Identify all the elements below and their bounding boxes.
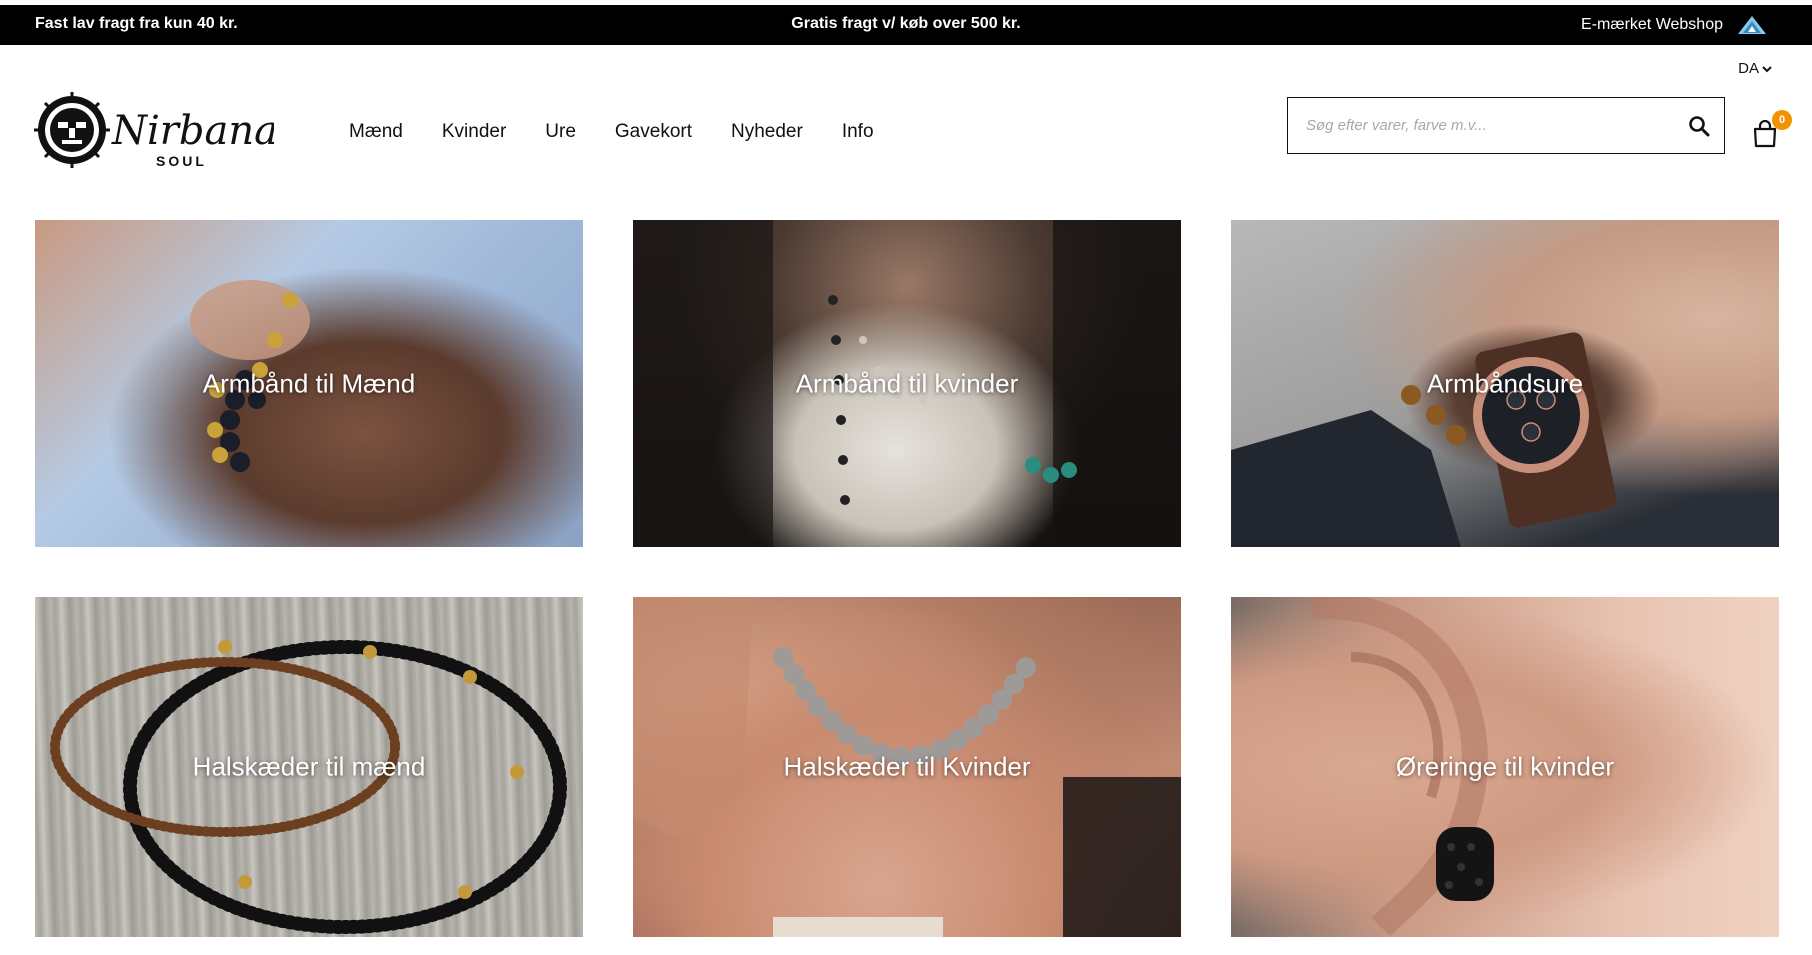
- search-box: [1287, 97, 1725, 154]
- chevron-down-icon: [1762, 65, 1772, 72]
- category-label: Halskæder til Kvinder: [783, 751, 1031, 782]
- nav-item-kvinder[interactable]: Kvinder: [442, 121, 506, 143]
- cart-button[interactable]: 0: [1752, 110, 1792, 150]
- language-selector[interactable]: DA: [1738, 60, 1772, 77]
- search-icon: [1689, 115, 1710, 136]
- nav-item-info[interactable]: Info: [842, 121, 874, 143]
- logo-subline: SOUL: [156, 153, 207, 169]
- category-label: Halskæder til mænd: [192, 751, 426, 782]
- search-button[interactable]: [1674, 98, 1724, 153]
- language-code: DA: [1738, 60, 1759, 77]
- emaerket-label: E-mærket Webshop: [1581, 16, 1723, 33]
- search-input[interactable]: [1288, 98, 1674, 153]
- emaerket-link[interactable]: E-mærket Webshop: [1581, 15, 1767, 35]
- category-tile-armbaandsure[interactable]: Armbåndsure: [1231, 220, 1779, 547]
- category-label: Armbåndsure: [1426, 368, 1584, 398]
- main-nav: Mænd Kvinder Ure Gavekort Nyheder Info: [349, 121, 874, 143]
- category-tile-armbaand-maend[interactable]: Armbånd til Mænd: [35, 220, 583, 547]
- category-label: Øreringe til kvinder: [1395, 751, 1615, 782]
- category-label: Armbånd til Mænd: [202, 368, 416, 398]
- category-tile-halskaeder-maend[interactable]: Halskæder til mænd: [35, 597, 583, 937]
- cart-count-badge: 0: [1772, 110, 1792, 130]
- category-tile-armbaand-kvinder[interactable]: Armbånd til kvinder: [633, 220, 1181, 547]
- nav-item-maend[interactable]: Mænd: [349, 121, 403, 143]
- nav-item-gavekort[interactable]: Gavekort: [615, 121, 692, 143]
- nav-item-ure[interactable]: Ure: [545, 121, 576, 143]
- logo-mark: Nirbana SOUL: [34, 92, 278, 169]
- emaerket-icon: [1738, 16, 1766, 34]
- logo[interactable]: Nirbana SOUL: [34, 92, 278, 172]
- announcement-bar: Fast lav fragt fra kun 40 kr. Gratis fra…: [0, 5, 1812, 45]
- category-tile-halskaeder-kvinder[interactable]: Halskæder til Kvinder: [633, 597, 1181, 937]
- category-label: Armbånd til kvinder: [795, 368, 1019, 398]
- logo-wordmark: Nirbana: [111, 108, 274, 154]
- nav-item-nyheder[interactable]: Nyheder: [731, 121, 803, 143]
- category-tile-oereringe-kvinder[interactable]: Øreringe til kvinder: [1231, 597, 1779, 937]
- free-shipping-notice: Gratis fragt v/ køb over 500 kr.: [791, 15, 1021, 32]
